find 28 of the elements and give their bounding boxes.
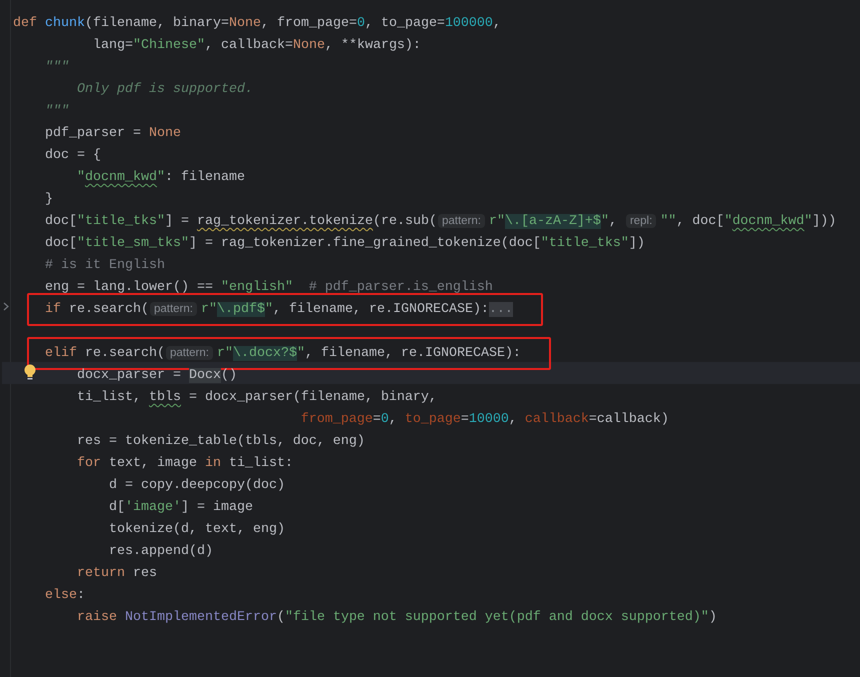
- lightbulb-icon[interactable]: [24, 364, 36, 381]
- code-line: "docnm_kwd": filename: [76, 169, 245, 187]
- code-line: pdf_parser = None: [44, 125, 181, 143]
- code-line: res.append(d): [108, 543, 213, 561]
- code-line: eng = lang.lower() == "english" # pdf_parser.is_english: [44, 279, 493, 297]
- code-line: """: [44, 103, 69, 121]
- code-line: def chunk(filename, binary=None, from_page=0, to_page=100000,: [13, 15, 501, 33]
- code-line: doc["title_tks"] = rag_tokenizer.tokenize(re.sub( pattern: r"\.[a-zA-Z]+$", repl: "", doc["docnm_kwd"])): [44, 213, 836, 231]
- code-line: ti_list, tbls = docx_parser(filename, binary,: [76, 389, 437, 407]
- code-line: }: [44, 191, 53, 209]
- code-line: raise NotImplementedError("file type not supported yet(pdf and docx supported)"): [76, 609, 717, 627]
- code-line: tokenize(d, text, eng): [108, 521, 285, 539]
- code-line: else:: [44, 587, 85, 605]
- chevron-icon[interactable]: [3, 302, 9, 311]
- code-line: """: [44, 59, 69, 77]
- code-line: d['image'] = image: [108, 499, 253, 517]
- code-line: doc["title_sm_tks"] = rag_tokenizer.fine_grained_tokenize(doc["title_tks"]): [44, 235, 645, 253]
- code-line: Only pdf is supported.: [76, 81, 253, 99]
- code-line: docx_parser = Docx(): [76, 367, 237, 385]
- code-line: # is it English: [44, 257, 165, 275]
- code-line: for text, image in ti_list:: [76, 455, 293, 473]
- code-line: return res: [76, 565, 157, 583]
- code-line: d = copy.deepcopy(doc): [108, 477, 285, 495]
- code-line: doc = {: [44, 147, 101, 165]
- code-line: from_page=0, to_page=10000, callback=callback): [300, 411, 669, 429]
- code-line: lang="Chinese", callback=None, **kwargs):: [92, 37, 421, 55]
- code-line: if re.search( pattern: r"\.pdf$", filename, re.IGNORECASE):...: [13, 298, 513, 320]
- code-line: res = tokenize_table(tbls, doc, eng): [76, 433, 365, 451]
